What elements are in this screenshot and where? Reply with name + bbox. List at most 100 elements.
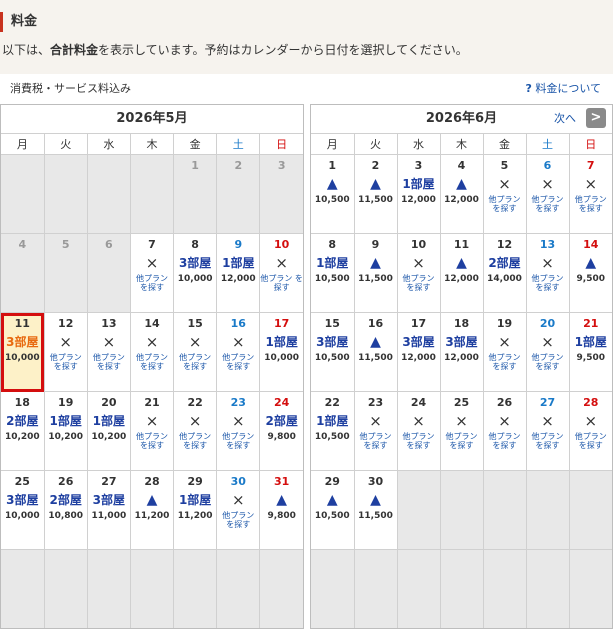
- other-plan-link[interactable]: 他プラン を探す: [217, 432, 259, 450]
- calendar-day[interactable]: 1 ▲ 10,500: [311, 154, 355, 234]
- price: 12,000: [444, 353, 479, 363]
- calendar-day[interactable]: 16 ▲ 11,500: [353, 312, 398, 392]
- calendar-day[interactable]: 17 1部屋 10,000: [259, 312, 303, 392]
- other-plan-link[interactable]: 他プラン を探す: [527, 432, 569, 450]
- calendar-day[interactable]: 23 × 他プラン を探す: [353, 391, 398, 471]
- calendar-day[interactable]: 15 × 他プラン を探す: [173, 312, 218, 392]
- calendar-day[interactable]: 6 × 他プラン を探す: [525, 154, 570, 234]
- calendar-day[interactable]: 8 3部屋 10,000: [173, 233, 218, 313]
- calendar-day[interactable]: 27 3部屋 11,000: [86, 470, 131, 550]
- calendar-day[interactable]: 19 × 他プラン を探す: [482, 312, 527, 392]
- calendar-day[interactable]: 7 × 他プラン を探す: [568, 154, 613, 234]
- calendar-day[interactable]: 21 1部屋 9,500: [568, 312, 612, 392]
- other-plan-link[interactable]: 他プラン を探す: [398, 432, 440, 450]
- calendar-day[interactable]: 21 × 他プラン を探す: [129, 391, 175, 471]
- other-plan-link[interactable]: 他プラン を探す: [217, 353, 259, 371]
- calendar-day[interactable]: 26 × 他プラン を探す: [482, 391, 527, 471]
- availability-rooms: 3部屋: [6, 335, 39, 349]
- calendar-day[interactable]: 25 × 他プラン を探す: [439, 391, 484, 471]
- other-plan-link[interactable]: 他プラン を探す: [260, 274, 303, 292]
- calendar-day[interactable]: 9 ▲ 11,500: [353, 233, 398, 313]
- calendar-day[interactable]: 5 × 他プラン を探す: [482, 154, 527, 234]
- sold-out-icon: ×: [231, 491, 245, 509]
- other-plan-link[interactable]: 他プラン を探す: [527, 274, 569, 292]
- calendar-day[interactable]: 8 1部屋 10,500: [311, 233, 355, 313]
- weekday-header: 日: [568, 134, 612, 155]
- calendar-day[interactable]: 28 ▲ 11,200: [129, 470, 175, 550]
- calendar-day[interactable]: 10 × 他プラン を探す: [396, 233, 441, 313]
- other-plan-link[interactable]: 他プラン を探す: [527, 195, 569, 213]
- calendar-day[interactable]: 29 ▲ 10,500: [311, 470, 355, 550]
- other-plan-link[interactable]: 他プラン を探す: [527, 353, 569, 371]
- calendar-day[interactable]: 4 ▲ 12,000: [439, 154, 484, 234]
- other-plan-link[interactable]: 他プラン を探す: [570, 432, 613, 450]
- calendar-day[interactable]: 17 3部屋 12,000: [396, 312, 441, 392]
- calendar-day[interactable]: 11 ▲ 12,000: [439, 233, 484, 313]
- calendar-day[interactable]: 19 1部屋 10,200: [43, 391, 88, 471]
- calendar-day-past: 2: [216, 154, 261, 234]
- calendar-day[interactable]: 30 × 他プラン を探す: [216, 470, 261, 550]
- other-plan-link[interactable]: 他プラン を探す: [88, 353, 130, 371]
- chevron-right-icon[interactable]: >: [586, 108, 606, 128]
- other-plan-link[interactable]: 他プラン を探す: [484, 195, 526, 213]
- about-price-link[interactable]: ? 料金について: [525, 80, 601, 96]
- calendar-day[interactable]: 25 3部屋 10,000: [1, 470, 45, 550]
- sold-out-icon: ×: [275, 254, 288, 272]
- calendar-day[interactable]: 9 1部屋 12,000: [216, 233, 261, 313]
- other-plan-link[interactable]: 他プラン を探す: [570, 195, 613, 213]
- other-plan-link[interactable]: 他プラン を探す: [131, 432, 173, 450]
- empty-cell: [86, 154, 131, 234]
- calendar-day[interactable]: 22 × 他プラン を探す: [173, 391, 218, 471]
- calendar-day[interactable]: 28 × 他プラン を探す: [568, 391, 613, 471]
- calendar-day[interactable]: 22 1部屋 10,500: [311, 391, 355, 471]
- day-number: 21: [144, 396, 160, 409]
- day-number: 2: [371, 159, 380, 172]
- other-plan-link[interactable]: 他プラン を探す: [484, 353, 526, 371]
- other-plan-link[interactable]: 他プラン を探す: [355, 432, 397, 450]
- calendar-day[interactable]: 23 × 他プラン を探す: [216, 391, 261, 471]
- calendar-day[interactable]: 2 ▲ 11,500: [353, 154, 398, 234]
- empty-cell: [568, 470, 612, 550]
- other-plan-link[interactable]: 他プラン を探す: [217, 511, 259, 529]
- calendar-day[interactable]: 31 ▲ 9,800: [259, 470, 303, 550]
- calendar-day[interactable]: 27 × 他プラン を探す: [525, 391, 570, 471]
- calendar-day[interactable]: 18 3部屋 12,000: [439, 312, 484, 392]
- calendar-day[interactable]: 10 × 他プラン を探す: [259, 233, 303, 313]
- other-plan-link[interactable]: 他プラン を探す: [131, 274, 173, 292]
- calendar-day[interactable]: 18 2部屋 10,200: [1, 391, 45, 471]
- calendar-day[interactable]: 12 2部屋 14,000: [482, 233, 527, 313]
- day-number: 28: [583, 396, 599, 409]
- other-plan-link[interactable]: 他プラン を探す: [174, 432, 216, 450]
- calendar-day[interactable]: 13 × 他プラン を探す: [525, 233, 570, 313]
- other-plan-link[interactable]: 他プラン を探す: [484, 432, 526, 450]
- availability-rooms: 1部屋: [92, 414, 126, 428]
- calendar-day[interactable]: 20 × 他プラン を探す: [525, 312, 570, 392]
- calendar-day[interactable]: 7 × 他プラン を探す: [129, 233, 175, 313]
- calendar-day[interactable]: 13 × 他プラン を探す: [86, 312, 131, 392]
- other-plan-link[interactable]: 他プラン を探す: [398, 274, 440, 292]
- calendar-day[interactable]: 14 ▲ 9,500: [568, 233, 612, 313]
- calendar-day[interactable]: 29 1部屋 11,200: [173, 470, 218, 550]
- price: 12,000: [220, 274, 256, 284]
- calendar-day[interactable]: 14 × 他プラン を探す: [129, 312, 175, 392]
- other-plan-link[interactable]: 他プラン を探す: [174, 353, 216, 371]
- calendar-day[interactable]: 30 ▲ 11,500: [353, 470, 398, 550]
- calendar-day[interactable]: 11 3部屋 10,000: [1, 312, 45, 392]
- calendar-day[interactable]: 20 1部屋 10,200: [86, 391, 131, 471]
- calendar-day[interactable]: 15 3部屋 10,500: [311, 312, 355, 392]
- other-plan-link[interactable]: 他プラン を探す: [131, 353, 173, 371]
- empty-cell: [396, 549, 441, 628]
- availability-rooms: 1部屋: [316, 256, 349, 270]
- calendar-day[interactable]: 16 × 他プラン を探す: [216, 312, 261, 392]
- availability-rooms: 3部屋: [402, 335, 435, 349]
- other-plan-link[interactable]: 他プラン を探す: [45, 353, 87, 371]
- day-number: 28: [144, 475, 160, 488]
- sold-out-icon: ×: [412, 254, 425, 272]
- calendar-day[interactable]: 26 2部屋 10,800: [43, 470, 88, 550]
- next-link[interactable]: 次へ: [554, 105, 576, 133]
- calendar-day[interactable]: 24 × 他プラン を探す: [396, 391, 441, 471]
- calendar-day[interactable]: 12 × 他プラン を探す: [43, 312, 88, 392]
- calendar-day[interactable]: 3 1部屋 12,000: [396, 154, 441, 234]
- other-plan-link[interactable]: 他プラン を探す: [441, 432, 483, 450]
- calendar-day[interactable]: 24 2部屋 9,800: [259, 391, 303, 471]
